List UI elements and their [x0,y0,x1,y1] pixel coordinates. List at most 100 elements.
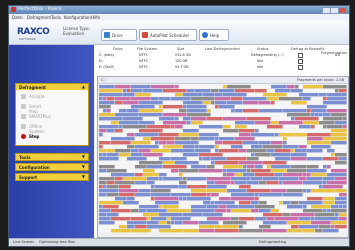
cluster-block [275,157,291,161]
cluster-block [163,161,175,165]
cluster-block [227,169,247,173]
col-drive[interactable]: Drive [113,47,123,51]
cluster-block [123,101,139,105]
cluster-block [199,145,215,149]
cluster-block [207,117,223,121]
cluster-block [303,205,307,209]
cluster-block [119,185,131,189]
cluster-block [143,117,159,121]
cluster-block [159,117,175,121]
cluster-block [275,217,299,221]
tab-drive[interactable]: Drive [101,29,137,41]
cluster-block [271,101,275,105]
col-last-defragmented[interactable]: Last Defragmented [205,47,240,51]
cluster-block [167,145,183,149]
cluster-block [99,145,103,149]
cluster-block [255,205,275,209]
status-tab-live-screen[interactable]: Live Screen [13,240,34,244]
cluster-block [99,149,107,153]
cluster-block [331,141,347,145]
cluster-block [303,229,315,233]
cluster-block [199,125,223,129]
cluster-block [243,213,263,217]
cluster-block [235,109,243,113]
cluster-block [307,137,323,141]
cluster-block [283,185,307,189]
cluster-block [163,145,167,149]
cluster-block [211,89,219,93]
cluster-block [151,93,159,97]
cluster-block [283,141,287,145]
cluster-block [323,201,335,205]
cluster-block [163,105,183,109]
cluster-block [271,121,279,125]
cluster-block [219,205,227,209]
cluster-block [291,137,307,141]
cluster-block [195,149,211,153]
cluster-block [295,133,307,137]
col-defrag-at-reboot[interactable]: Defrag at Reboot [291,47,322,51]
defrag-at-reboot-checkbox[interactable] [298,59,303,64]
cluster-block [207,185,227,189]
cluster-block [263,229,287,233]
tab-help[interactable]: Help [199,29,229,41]
cluster-block [247,113,263,117]
cluster-block [215,137,219,141]
configuration-panel-header[interactable]: Configuration ▼ [15,163,89,171]
cluster-block [327,169,331,173]
cluster-block [99,125,119,129]
cluster-block [307,109,311,113]
col-file-system[interactable]: File System [137,47,158,51]
cluster-block [243,165,247,169]
cluster-block [139,189,151,193]
map-progress-text: Fragments per block: 2.08 [296,78,344,82]
cluster-block [147,181,155,185]
cluster-block [263,161,287,165]
tab-autopilot-scheduler[interactable]: AutoPilot Scheduler [139,29,197,41]
cluster-block [231,145,243,149]
cluster-block [191,97,215,101]
cluster-block [111,173,135,177]
cluster-block [287,189,303,193]
cluster-block [159,173,167,177]
cluster-block [311,161,335,165]
cluster-block [279,177,299,181]
cluster-block [291,101,307,105]
cluster-block [255,217,267,221]
defrag-at-reboot-checkbox[interactable] [298,65,303,70]
cluster-block [131,89,143,93]
cluster-block [231,109,235,113]
cluster-block [215,209,227,213]
cluster-block [267,125,283,129]
cluster-block [279,133,295,137]
support-panel-header[interactable]: Support ▼ [15,173,89,181]
col-size[interactable]: Size [177,47,184,51]
cluster-block [287,229,303,233]
cluster-block [223,117,247,121]
cluster-block [183,145,195,149]
close-button[interactable] [338,7,347,14]
cluster-block [327,173,347,177]
cluster-block [219,197,231,201]
cluster-block [215,141,223,145]
defrag-at-reboot-checkbox[interactable] [298,53,303,58]
cluster-block [219,133,239,137]
col-status[interactable]: Status [257,47,268,51]
cluster-block [267,165,271,169]
cluster-block [99,133,103,137]
cluster-block [331,209,347,213]
cluster-block [163,113,187,117]
cluster-block [231,177,251,181]
cluster-block [99,89,123,93]
cluster-block [235,125,247,129]
cluster-block [291,213,315,217]
cluster-block [323,177,335,181]
cluster-block [199,133,219,137]
cluster-block [311,145,331,149]
tools-panel-header[interactable]: Tools ▼ [15,153,89,161]
cluster-block [223,125,231,129]
cluster-block [331,133,347,137]
cluster-block [239,161,263,165]
drive-size: 150 GB [175,59,188,63]
cluster-block [275,149,291,153]
